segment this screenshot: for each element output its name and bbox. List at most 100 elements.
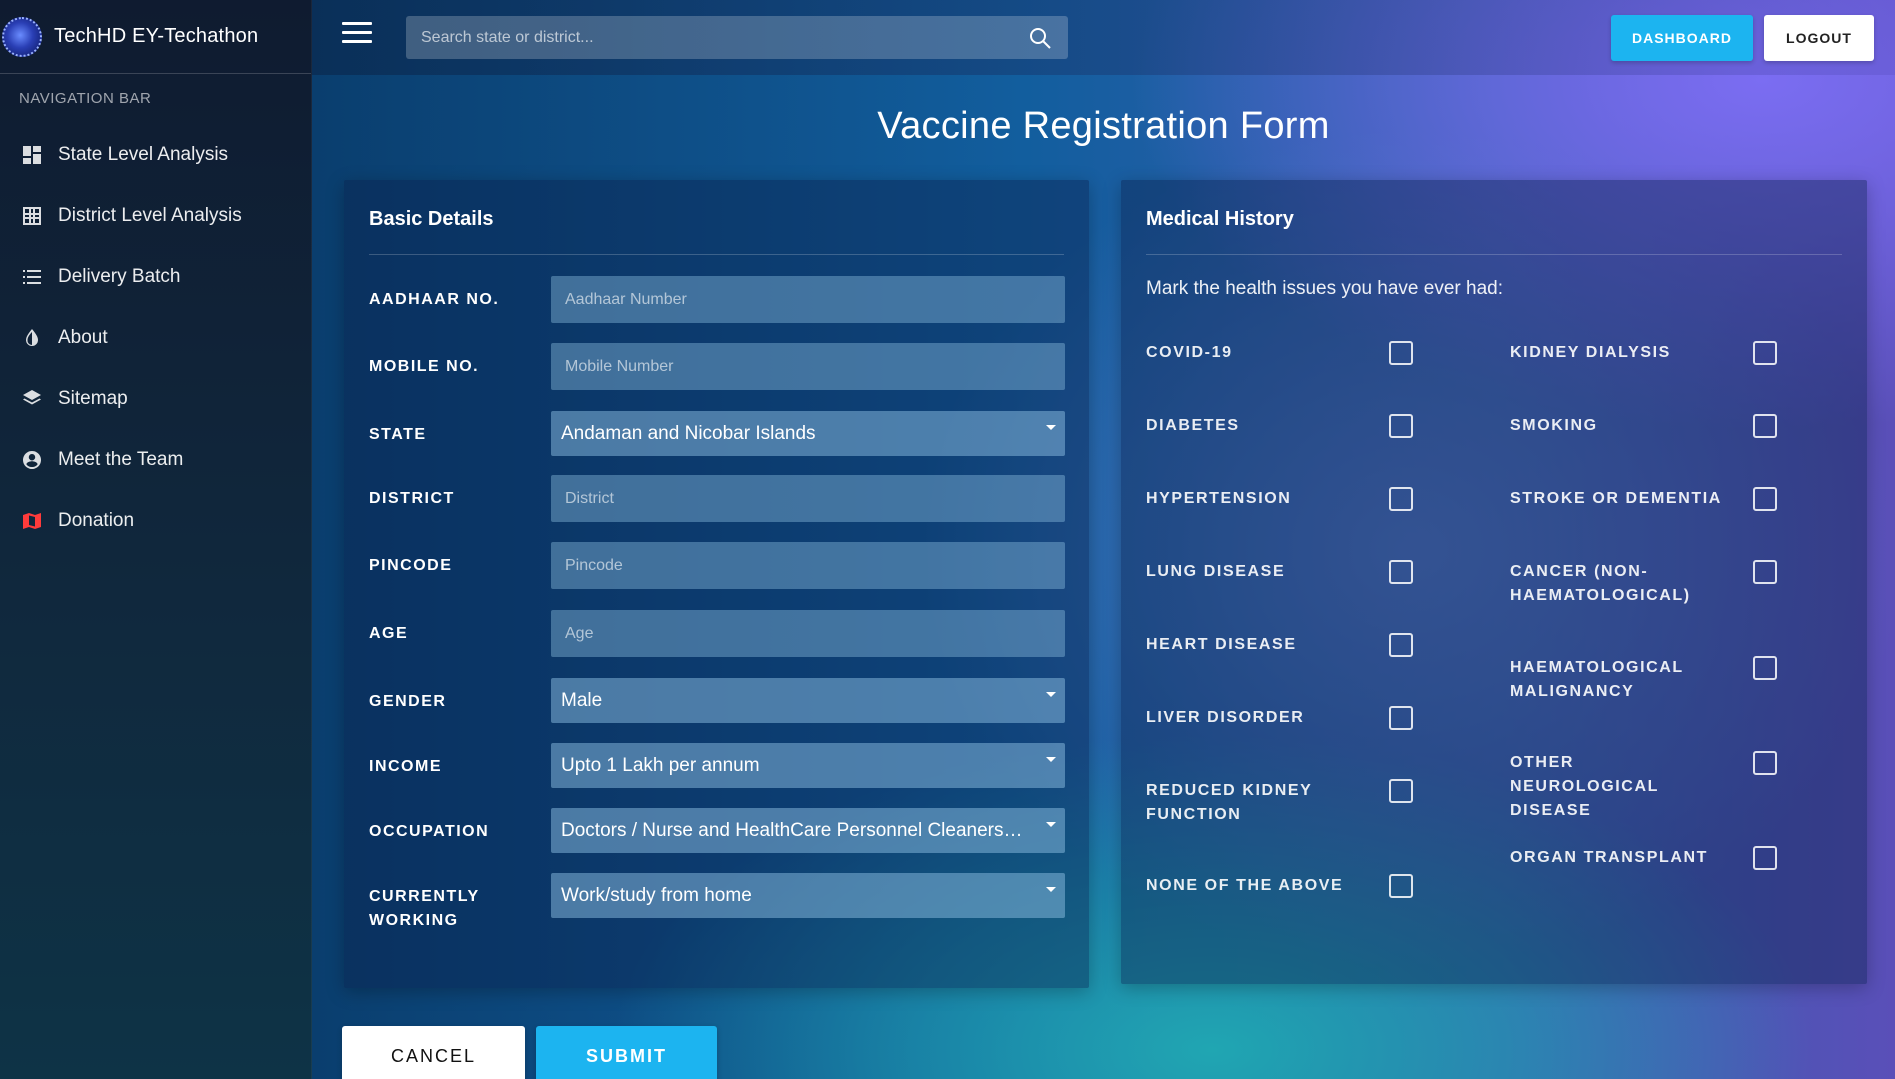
app-title: TechHD EY-Techathon [54, 25, 259, 47]
search-input[interactable] [406, 28, 1028, 47]
mobile-input[interactable] [551, 343, 1065, 390]
brand[interactable]: TechHD EY-Techathon [0, 0, 311, 74]
sidebar-item-label: Sitemap [58, 387, 128, 409]
divider [1146, 254, 1842, 255]
working-label: CURRENTLY WORKING [369, 888, 480, 929]
basic-details-title: Basic Details [369, 208, 494, 230]
working-value: Work/study from home [561, 884, 752, 906]
layers-icon [21, 388, 43, 410]
pincode-input[interactable] [551, 542, 1065, 589]
sidebar-item-label: District Level Analysis [58, 204, 242, 226]
contrast-drop-icon [21, 327, 43, 349]
condition-checkbox[interactable] [1753, 560, 1777, 584]
sidebar-item-district-level-analysis[interactable]: District Level Analysis [0, 185, 311, 246]
state-select[interactable]: Andaman and Nicobar Islands [551, 411, 1065, 456]
brand-logo [2, 16, 42, 57]
logout-button[interactable]: LOGOUT [1764, 15, 1874, 61]
state-label: STATE [369, 426, 427, 443]
list-icon [21, 266, 43, 288]
search-bar [406, 16, 1068, 59]
condition-label: LUNG DISEASE [1146, 563, 1286, 580]
occupation-value: Doctors / Nurse and HealthCare Personnel… [561, 819, 1023, 841]
condition-checkbox[interactable] [1753, 341, 1777, 365]
map-icon [21, 510, 43, 532]
income-value: Upto 1 Lakh per annum [561, 754, 760, 776]
dashboard-button[interactable]: DASHBOARD [1611, 15, 1753, 61]
sidebar-item-about[interactable]: About [0, 307, 311, 368]
age-label: AGE [369, 625, 409, 642]
condition-label: HYPERTENSION [1146, 490, 1292, 507]
caret-down-icon [1046, 887, 1056, 892]
divider [369, 254, 1064, 255]
condition-checkbox[interactable] [1389, 874, 1413, 898]
sidebar-item-label: Delivery Batch [58, 265, 181, 287]
dashboard-icon [21, 144, 43, 166]
medical-history-title: Medical History [1146, 208, 1294, 230]
condition-checkbox[interactable] [1389, 414, 1413, 438]
condition-checkbox[interactable] [1389, 341, 1413, 365]
condition-checkbox[interactable] [1389, 633, 1413, 657]
occupation-label: OCCUPATION [369, 823, 490, 840]
grid-icon [21, 205, 43, 227]
income-select[interactable]: Upto 1 Lakh per annum [551, 743, 1065, 788]
working-select[interactable]: Work/study from home [551, 873, 1065, 918]
condition-checkbox[interactable] [1753, 414, 1777, 438]
age-input[interactable] [551, 610, 1065, 657]
condition-label: SMOKING [1510, 417, 1598, 434]
condition-checkbox[interactable] [1389, 779, 1413, 803]
condition-label: STROKE OR DEMENTIA [1510, 490, 1722, 507]
caret-down-icon [1046, 425, 1056, 430]
condition-checkbox[interactable] [1753, 846, 1777, 870]
sidebar-item-donation[interactable]: Donation [0, 490, 311, 551]
aadhaar-label: AADHAAR NO. [369, 291, 500, 308]
caret-down-icon [1046, 822, 1056, 827]
page-title: Vaccine Registration Form [877, 105, 1330, 147]
aadhaar-input[interactable] [551, 276, 1065, 323]
condition-label: COVID-19 [1146, 344, 1233, 361]
pincode-label: PINCODE [369, 557, 453, 574]
condition-label: KIDNEY DIALYSIS [1510, 344, 1671, 361]
sidebar-item-label: State Level Analysis [58, 143, 229, 165]
nav-header: NAVIGATION BAR [19, 90, 152, 107]
sidebar-item-sitemap[interactable]: Sitemap [0, 368, 311, 429]
condition-checkbox[interactable] [1389, 560, 1413, 584]
sidebar: TechHD EY-Techathon NAVIGATION BAR State… [0, 0, 312, 1079]
district-label: DISTRICT [369, 490, 455, 507]
condition-checkbox[interactable] [1389, 487, 1413, 511]
medical-history-card: Medical History Mark the health issues y… [1121, 180, 1867, 984]
income-label: INCOME [369, 758, 442, 775]
gender-label: GENDER [369, 693, 447, 710]
medical-intro: Mark the health issues you have ever had… [1146, 278, 1503, 299]
condition-checkbox[interactable] [1753, 656, 1777, 680]
cancel-button[interactable]: CANCEL [342, 1026, 525, 1079]
occupation-select[interactable]: Doctors / Nurse and HealthCare Personnel… [551, 808, 1065, 853]
condition-label: CANCER (NON-HAEMATOLOGICAL) [1510, 563, 1691, 604]
condition-label: HAEMATOLOGICAL MALIGNANCY [1510, 659, 1684, 700]
condition-label: HEART DISEASE [1146, 636, 1297, 653]
sidebar-item-state-level-analysis[interactable]: State Level Analysis [0, 124, 311, 185]
topbar: DASHBOARD LOGOUT [312, 0, 1895, 75]
condition-label: DIABETES [1146, 417, 1240, 434]
condition-checkbox[interactable] [1753, 487, 1777, 511]
gender-value: Male [561, 689, 603, 711]
gender-select[interactable]: Male [551, 678, 1065, 723]
search-icon[interactable] [1028, 26, 1052, 50]
condition-label: LIVER DISORDER [1146, 709, 1305, 726]
sidebar-item-label: Meet the Team [58, 448, 184, 470]
condition-checkbox[interactable] [1389, 706, 1413, 730]
user-circle-icon [21, 449, 43, 471]
condition-label: OTHER NEUROLOGICAL DISEASE [1510, 754, 1659, 819]
condition-label: REDUCED KIDNEY FUNCTION [1146, 782, 1313, 823]
menu-icon[interactable] [342, 22, 372, 46]
sidebar-item-label: Donation [58, 509, 135, 531]
caret-down-icon [1046, 692, 1056, 697]
sidebar-item-meet-the-team[interactable]: Meet the Team [0, 429, 311, 490]
condition-label: NONE OF THE ABOVE [1146, 877, 1344, 894]
condition-checkbox[interactable] [1753, 751, 1777, 775]
submit-button[interactable]: SUBMIT [536, 1026, 717, 1079]
district-input[interactable] [551, 475, 1065, 522]
main-content: DASHBOARD LOGOUT Vaccine Registration Fo… [312, 0, 1895, 1079]
mobile-label: MOBILE NO. [369, 358, 480, 375]
sidebar-item-delivery-batch[interactable]: Delivery Batch [0, 246, 311, 307]
basic-details-card: Basic Details AADHAAR NO. MOBILE NO. STA… [344, 180, 1089, 988]
